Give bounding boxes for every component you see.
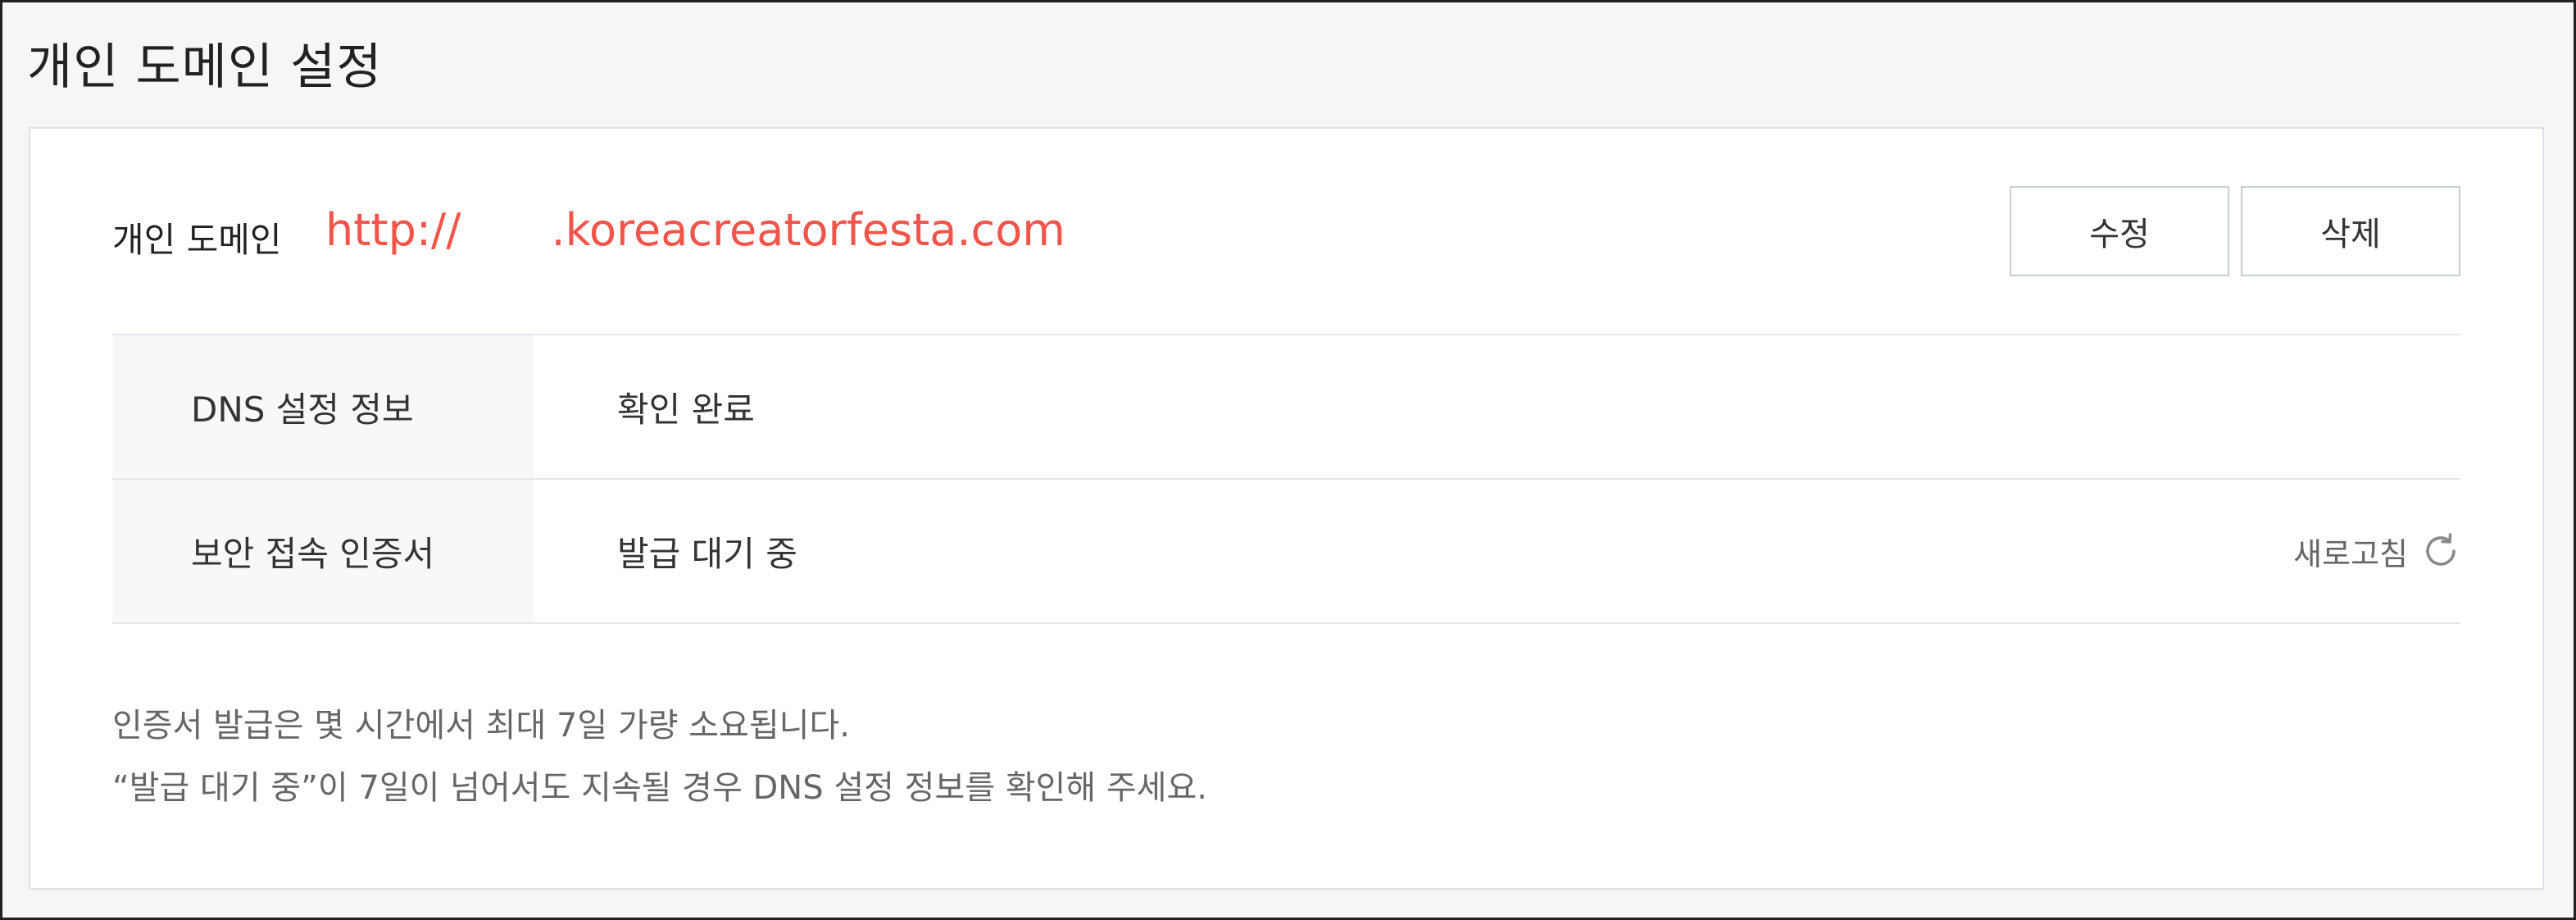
- info-key-certificate: 보안 접속 인증서: [112, 480, 534, 622]
- domain-url[interactable]: http:// .koreacreatorfesta.com: [325, 204, 1065, 256]
- info-value-certificate: 발급 대기 중: [617, 533, 797, 574]
- refresh-icon: [2426, 533, 2456, 566]
- notes: 인증서 발급은 몇 시간에서 최대 7일 가량 소요됩니다. “발급 대기 중”…: [112, 695, 1207, 819]
- info-row-dns: DNS 설정 정보 확인 완료: [112, 335, 2460, 480]
- info-key-dns: DNS 설정 정보: [112, 335, 534, 478]
- edit-button[interactable]: 수정: [2010, 186, 2229, 276]
- domain-url-suffix: .koreacreatorfesta.com: [551, 204, 1065, 256]
- delete-button[interactable]: 삭제: [2241, 186, 2460, 276]
- info-row-certificate: 보안 접속 인증서 발급 대기 중 새로고침: [112, 480, 2460, 624]
- domain-row: 개인 도메인 http://.koreacreatorfesta.com 수정 …: [112, 186, 2460, 276]
- refresh-button[interactable]: 새로고침: [2293, 480, 2460, 622]
- note-line-1: 인증서 발급은 몇 시간에서 최대 7일 가량 소요됩니다.: [112, 707, 850, 745]
- domain-url-prefix: http://: [325, 204, 461, 256]
- info-table: DNS 설정 정보 확인 완료 보안 접속 인증서 발급 대기 중 새로고침: [112, 334, 2460, 624]
- domain-settings-card: 개인 도메인 http://.koreacreatorfesta.com 수정 …: [29, 127, 2544, 890]
- domain-settings-page: 개인 도메인 설정 개인 도메인 http:// .koreacreatorfes…: [0, 0, 2576, 920]
- domain-label: 개인 도메인: [112, 220, 282, 260]
- page-title: 개인 도메인 설정: [27, 39, 383, 96]
- domain-url-redacted: [461, 216, 552, 250]
- info-value-dns: 확인 완료: [617, 389, 755, 430]
- note-line-2: “발급 대기 중”이 7일이 넘어서도 지속될 경우 DNS 설정 정보를 확인…: [112, 769, 1207, 807]
- refresh-label: 새로고침: [2293, 535, 2408, 572]
